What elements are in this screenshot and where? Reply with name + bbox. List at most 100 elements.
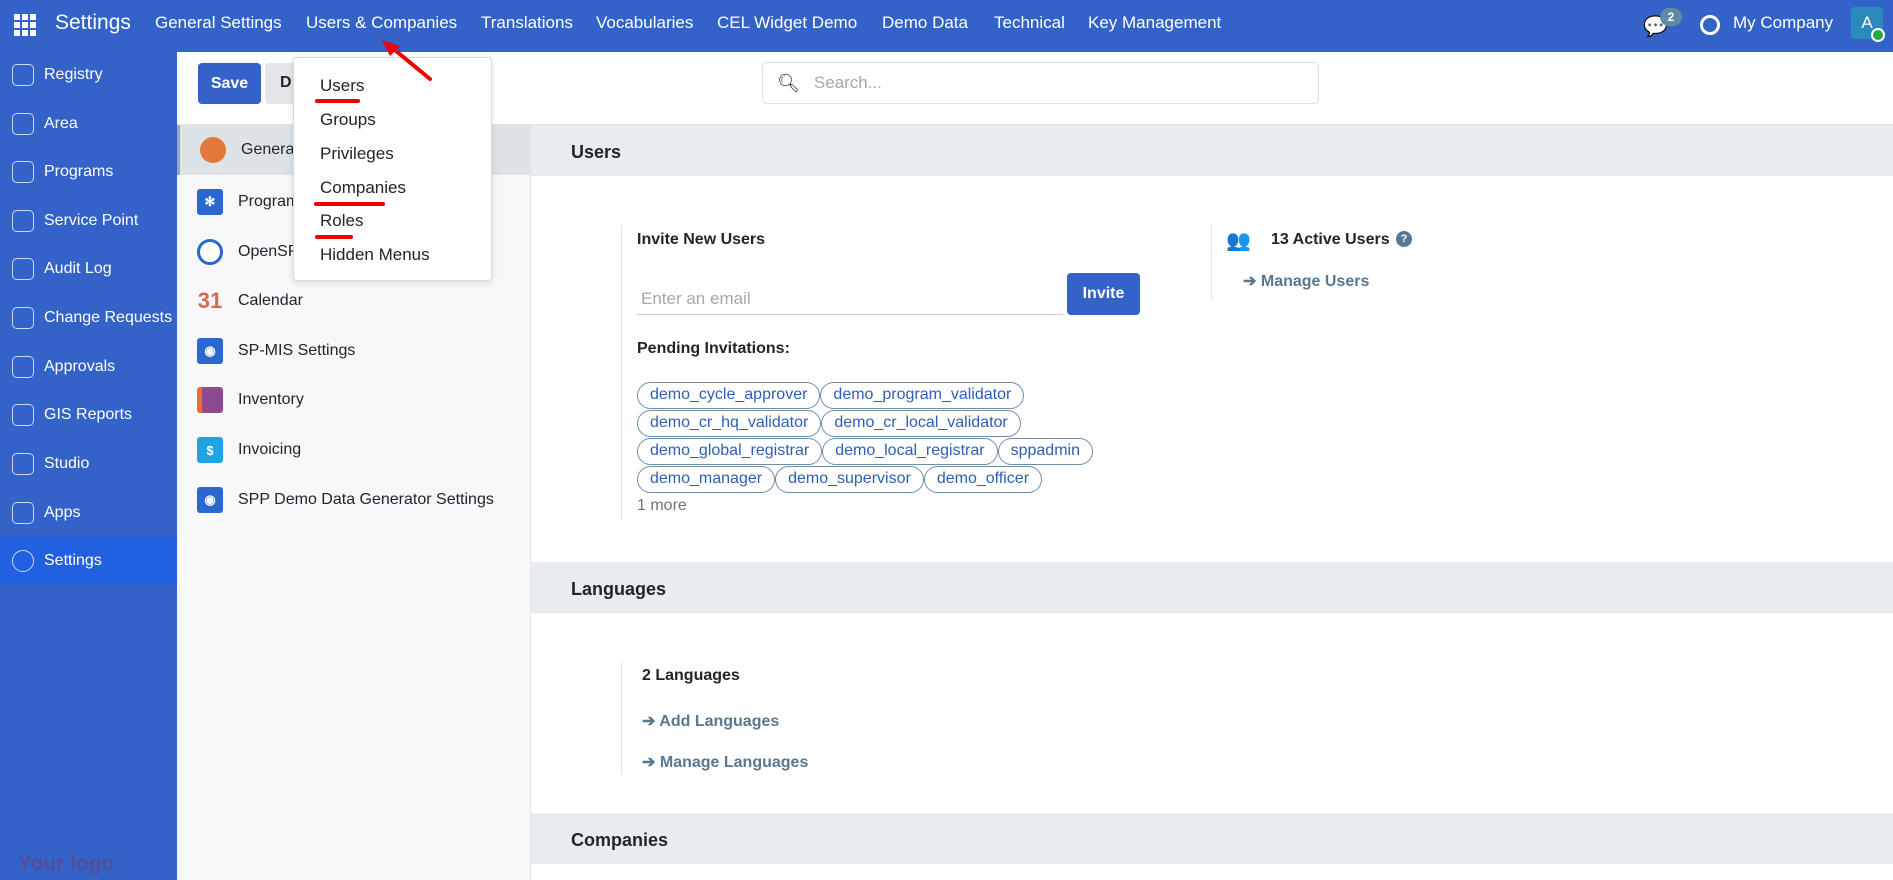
- sidebar-label: Registry: [44, 66, 103, 83]
- gis-reports-icon: [12, 404, 34, 426]
- dropdown-item-roles[interactable]: Roles: [320, 211, 363, 231]
- sidebar-item-service-point[interactable]: Service Point: [0, 197, 177, 245]
- top-navbar: Settings General Settings Users & Compan…: [0, 0, 1893, 52]
- app-spp-demo-data[interactable]: ◉ SPP Demo Data Generator Settings: [177, 475, 531, 525]
- invitation-tag[interactable]: demo_cycle_approver: [637, 382, 821, 409]
- app-calendar[interactable]: 31 Calendar: [177, 276, 531, 326]
- arrow-right-icon: ➔: [642, 754, 660, 771]
- app-label: Program: [238, 193, 300, 210]
- app-invoicing[interactable]: $ Invoicing: [177, 425, 531, 475]
- calendar-icon: 31: [197, 288, 223, 313]
- search-icon: 🔍︎: [777, 72, 800, 93]
- company-switcher[interactable]: My Company: [1733, 13, 1833, 33]
- apps-icon: [12, 502, 34, 524]
- programs-icon: [12, 161, 34, 183]
- online-status-icon: [1871, 28, 1885, 42]
- users-icon: 👥: [1226, 230, 1251, 252]
- app-sp-mis-settings[interactable]: ◉ SP-MIS Settings: [177, 326, 531, 376]
- menu-general-settings[interactable]: General Settings: [155, 13, 282, 33]
- service-point-icon: [12, 210, 34, 232]
- chat-badge: 2: [1660, 8, 1682, 26]
- brand-title: Settings: [55, 11, 131, 34]
- dropdown-item-users[interactable]: Users: [320, 76, 364, 96]
- invitation-tag[interactable]: demo_manager: [637, 466, 776, 493]
- pending-invitations: demo_cycle_approver demo_program_validato…: [637, 382, 1157, 515]
- invite-button[interactable]: Invite: [1067, 273, 1140, 315]
- sidebar-item-settings[interactable]: Settings: [0, 537, 177, 585]
- link-label: Manage Users: [1260, 273, 1370, 290]
- company-logo: Your logo: [18, 852, 115, 875]
- invitation-tag[interactable]: demo_program_validator: [820, 382, 1025, 409]
- sidebar-item-programs[interactable]: Programs: [0, 148, 177, 196]
- annotation-arrow-icon: [382, 40, 432, 81]
- change-requests-icon: [12, 307, 34, 329]
- app-inventory[interactable]: Inventory: [177, 375, 531, 425]
- openspp-icon: [197, 239, 223, 265]
- menu-vocabularies[interactable]: Vocabularies: [596, 13, 693, 33]
- programs-app-icon: ✻: [197, 189, 223, 215]
- sidebar-item-approvals[interactable]: Approvals: [0, 343, 177, 391]
- menu-demo-data[interactable]: Demo Data: [882, 13, 968, 33]
- menu-translations[interactable]: Translations: [481, 13, 573, 33]
- invitation-tag[interactable]: sppadmin: [997, 438, 1093, 465]
- more-invitations-link[interactable]: 1 more: [637, 497, 1157, 515]
- annotation-underline: [314, 202, 385, 206]
- dropdown-item-hidden-menus[interactable]: Hidden Menus: [320, 245, 430, 265]
- menu-users-companies[interactable]: Users & Companies: [306, 13, 457, 33]
- inventory-icon: [197, 387, 223, 413]
- clock-icon[interactable]: [1700, 15, 1720, 35]
- menu-technical[interactable]: Technical: [994, 13, 1065, 33]
- menu-key-management[interactable]: Key Management: [1088, 13, 1221, 33]
- link-label: Manage Languages: [659, 754, 809, 771]
- area-icon: [12, 113, 34, 135]
- invite-title: Invite New Users: [637, 231, 766, 248]
- invitation-tag[interactable]: demo_global_registrar: [637, 438, 823, 465]
- sidebar-label: Audit Log: [44, 260, 112, 277]
- manage-languages-link[interactable]: ➔ Manage Languages: [642, 752, 808, 772]
- search-bar[interactable]: 🔍︎ Search...: [762, 62, 1319, 104]
- languages-count: 2 Languages: [642, 667, 740, 684]
- add-languages-link[interactable]: ➔ Add Languages: [642, 711, 779, 731]
- dropdown-item-groups[interactable]: Groups: [320, 110, 376, 130]
- email-input[interactable]: Enter an email: [637, 285, 1063, 315]
- sidebar-label: GIS Reports: [44, 406, 133, 423]
- spp-demo-icon: ◉: [197, 487, 223, 513]
- sidebar-label: Area: [44, 115, 78, 132]
- menu-cel-widget-demo[interactable]: CEL Widget Demo: [717, 13, 857, 33]
- gear-icon: [12, 550, 34, 572]
- odoo-icon: [200, 137, 226, 163]
- app-label: Calendar: [238, 292, 303, 309]
- invitation-tag[interactable]: demo_supervisor: [775, 466, 924, 493]
- sidebar-item-studio[interactable]: Studio: [0, 440, 177, 488]
- arrow-right-icon: ➔: [1243, 273, 1261, 290]
- sidebar-label: Change Requests: [44, 309, 173, 326]
- app-grid-icon[interactable]: [14, 14, 36, 36]
- manage-users-link[interactable]: ➔ Manage Users: [1243, 271, 1369, 291]
- sidebar-item-apps[interactable]: Apps: [0, 489, 177, 537]
- sidebar-label: Service Point: [44, 212, 139, 229]
- sidebar-item-area[interactable]: Area: [0, 100, 177, 148]
- registry-icon: [12, 64, 34, 86]
- divider: [1211, 225, 1212, 300]
- annotation-underline: [315, 235, 353, 239]
- dropdown-item-companies[interactable]: Companies: [320, 178, 406, 198]
- sidebar-item-registry[interactable]: Registry: [0, 51, 177, 99]
- link-label: Add Languages: [659, 713, 780, 730]
- help-icon[interactable]: ?: [1396, 231, 1412, 247]
- divider: [621, 225, 622, 520]
- dropdown-item-privileges[interactable]: Privileges: [320, 144, 394, 164]
- search-input[interactable]: Search...: [814, 73, 882, 93]
- sidebar-item-gis-reports[interactable]: GIS Reports: [0, 391, 177, 439]
- save-button[interactable]: Save: [198, 63, 261, 104]
- sidebar-label: Approvals: [44, 358, 116, 375]
- invitation-tag[interactable]: demo_cr_local_validator: [821, 410, 1021, 437]
- section-header-companies: Companies: [531, 813, 1893, 864]
- invitation-tag[interactable]: demo_local_registrar: [822, 438, 998, 465]
- annotation-underline: [315, 99, 360, 103]
- invitation-tag[interactable]: demo_cr_hq_validator: [637, 410, 822, 437]
- sidebar-item-change-requests[interactable]: Change Requests: [0, 294, 177, 342]
- sidebar-label: Settings: [44, 552, 102, 569]
- approvals-icon: [12, 356, 34, 378]
- invitation-tag[interactable]: demo_officer: [923, 466, 1043, 493]
- sidebar-item-audit-log[interactable]: Audit Log: [0, 245, 177, 293]
